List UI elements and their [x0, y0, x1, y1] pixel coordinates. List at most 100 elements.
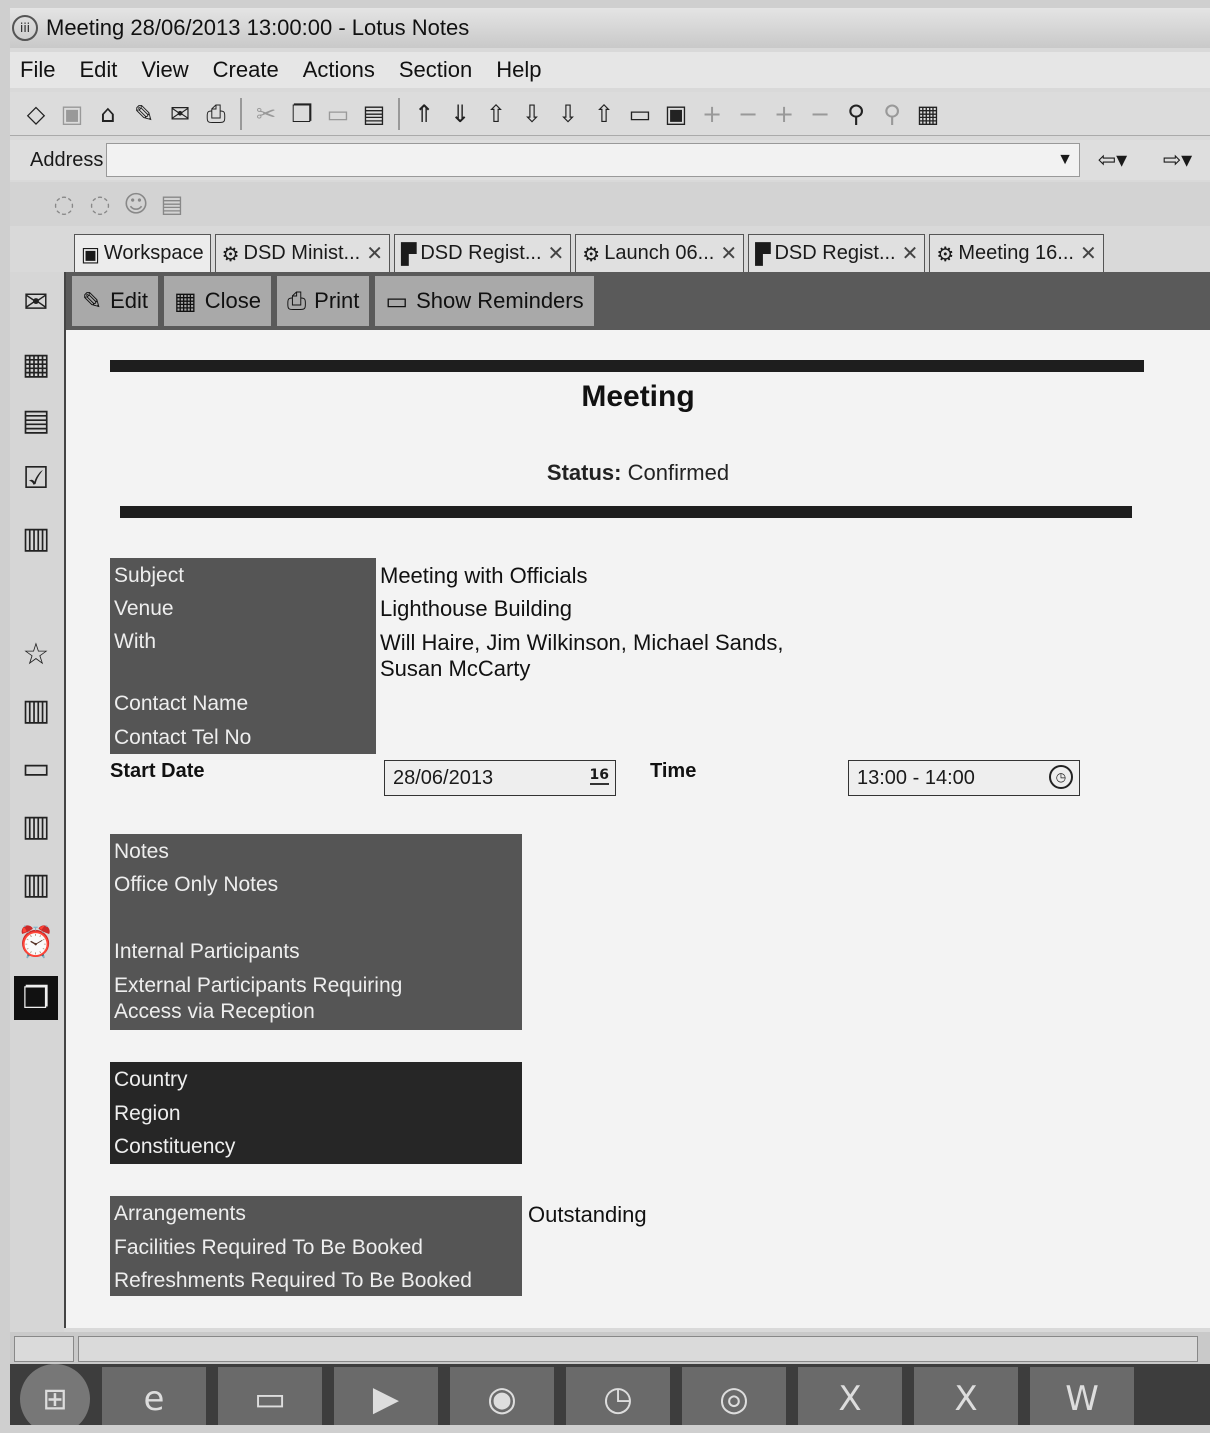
- lotus-notes-taskbar-icon[interactable]: ◎: [682, 1367, 786, 1425]
- close-icon[interactable]: ✕: [902, 241, 919, 266]
- file-explorer-icon[interactable]: ▭: [218, 1367, 322, 1425]
- list-icon[interactable]: ▤: [154, 187, 190, 221]
- venue-value: Lighthouse Building: [380, 596, 573, 621]
- internet-explorer-icon[interactable]: e: [102, 1367, 206, 1425]
- address-input[interactable]: ▼: [106, 143, 1080, 177]
- show-reminders-label: Show Reminders: [416, 288, 584, 313]
- lotus-notes-icon: iii: [12, 15, 38, 41]
- applications-icon[interactable]: ▥: [14, 804, 58, 848]
- next-document-icon[interactable]: ⇩: [514, 97, 550, 131]
- media-player-icon[interactable]: ▶: [334, 1367, 438, 1425]
- tab-dsd-register-2[interactable]: ▛ DSD Regist... ✕: [748, 234, 926, 272]
- new-icon[interactable]: ◇: [18, 97, 54, 131]
- collapse-icon[interactable]: −: [730, 97, 766, 131]
- close-icon[interactable]: ✕: [366, 241, 383, 266]
- print-button[interactable]: ⎙ Print: [276, 276, 370, 326]
- close-button-label: Close: [204, 288, 261, 313]
- show-reminders-button[interactable]: ▭ Show Reminders: [375, 276, 594, 326]
- collapse-all-icon[interactable]: −: [802, 97, 838, 131]
- menu-section[interactable]: Section: [387, 57, 484, 83]
- paste-icon[interactable]: ▭: [320, 97, 356, 131]
- print-icon[interactable]: ⎙: [198, 97, 234, 131]
- folder-icon[interactable]: ▭: [14, 746, 58, 790]
- excel-document-icon[interactable]: X: [914, 1367, 1018, 1425]
- cut-icon[interactable]: ✂: [248, 97, 284, 131]
- people-icon[interactable]: ☺: [118, 187, 154, 221]
- action-bar: ✎ Edit ▦ Close ⎙ Print ▭ Show Reminders: [66, 272, 1210, 330]
- chat-group-icon[interactable]: ◌: [82, 187, 118, 221]
- menu-help[interactable]: Help: [484, 57, 553, 83]
- word-icon[interactable]: W: [1030, 1367, 1134, 1425]
- refresh-icon[interactable]: ▣: [658, 97, 694, 131]
- paste-special-icon[interactable]: ▤: [356, 97, 392, 131]
- edit-icon[interactable]: ✎: [126, 97, 162, 131]
- menu-bar: File Edit View Create Actions Section He…: [10, 52, 1210, 88]
- previous-unread-icon[interactable]: ⇧: [586, 97, 622, 131]
- workspace-icon: ▣: [81, 241, 100, 266]
- with-value-line-2: Susan McCarty: [380, 656, 531, 681]
- excel-icon[interactable]: X: [798, 1367, 902, 1425]
- office-notes-label: Office Only Notes: [114, 873, 279, 896]
- previous-document-icon[interactable]: ⇧: [478, 97, 514, 131]
- windows-taskbar: ⊞ e ▭ ▶ ◉ ◷ ◎ X X W: [10, 1364, 1210, 1425]
- expand-icon[interactable]: +: [694, 97, 730, 131]
- menu-view[interactable]: View: [129, 57, 200, 83]
- open-icon[interactable]: ⌂: [90, 97, 126, 131]
- address-dropdown-icon[interactable]: ▼: [1057, 151, 1073, 169]
- external-participants-label-line-1: External Participants Requiring: [114, 974, 403, 997]
- alarm-icon[interactable]: ⏰: [14, 920, 58, 964]
- document-frame: ✎ Edit ▦ Close ⎙ Print ▭ Show Reminders …: [64, 272, 1210, 1328]
- close-icon[interactable]: ✕: [548, 241, 565, 266]
- copy-icon[interactable]: ❐: [284, 97, 320, 131]
- contacts-icon[interactable]: ▤: [14, 398, 58, 442]
- tab-strip: ▣ Workspace ⚙ DSD Minist... ✕ ▛ DSD Regi…: [74, 232, 1210, 272]
- with-value-line-1: Will Haire, Jim Wilkinson, Michael Sands…: [380, 630, 784, 655]
- save-icon[interactable]: ▣: [54, 97, 90, 131]
- menu-create[interactable]: Create: [201, 57, 291, 83]
- calendar-icon[interactable]: ▦: [14, 342, 58, 386]
- history-icon[interactable]: ▥: [14, 862, 58, 906]
- send-icon[interactable]: ✉: [162, 97, 198, 131]
- menu-edit[interactable]: Edit: [67, 57, 129, 83]
- mail-icon[interactable]: ✉: [14, 280, 58, 324]
- last-document-icon[interactable]: ⇓: [442, 97, 478, 131]
- tab-label: Workspace: [103, 242, 204, 264]
- close-icon[interactable]: ✕: [1080, 241, 1097, 266]
- with-label: With: [114, 630, 156, 653]
- tab-dsd-ministerial[interactable]: ⚙ DSD Minist... ✕: [214, 234, 390, 272]
- expand-all-icon[interactable]: +: [766, 97, 802, 131]
- favorites-icon[interactable]: ☆: [14, 632, 58, 676]
- folder-icon[interactable]: ▭: [622, 97, 658, 131]
- close-icon[interactable]: ✕: [720, 241, 737, 266]
- menu-actions[interactable]: Actions: [291, 57, 387, 83]
- tab-launch[interactable]: ⚙ Launch 06... ✕: [575, 234, 745, 272]
- time-label: Time: [650, 760, 697, 782]
- back-icon[interactable]: ⇦▾: [1098, 148, 1127, 173]
- start-button-icon[interactable]: ⊞: [20, 1364, 90, 1425]
- tab-workspace[interactable]: ▣ Workspace: [74, 234, 211, 272]
- start-date-field[interactable]: 28/06/2013 16: [384, 760, 616, 796]
- properties-icon[interactable]: ▦: [910, 97, 946, 131]
- tab-label: DSD Minist...: [243, 242, 361, 264]
- chrome-icon[interactable]: ◉: [450, 1367, 554, 1425]
- close-button[interactable]: ▦ Close: [164, 276, 271, 326]
- next-unread-icon[interactable]: ⇩: [550, 97, 586, 131]
- clock-icon[interactable]: ◷: [1049, 765, 1073, 789]
- menu-file[interactable]: File: [10, 57, 67, 83]
- open-list-icon[interactable]: ❐: [14, 976, 58, 1020]
- databases-icon[interactable]: ▥: [14, 688, 58, 732]
- find-icon[interactable]: ⚲: [838, 97, 874, 131]
- status-cell[interactable]: [14, 1336, 74, 1362]
- chat-icon[interactable]: ◌: [46, 187, 82, 221]
- edit-button[interactable]: ✎ Edit: [72, 276, 159, 326]
- first-document-icon[interactable]: ⇑: [406, 97, 442, 131]
- forward-icon[interactable]: ⇨▾: [1163, 148, 1192, 173]
- time-field[interactable]: 13:00 - 14:00 ◷: [848, 760, 1080, 796]
- replication-icon[interactable]: ▥: [14, 516, 58, 560]
- todo-icon[interactable]: ☑: [14, 456, 58, 500]
- search-icon[interactable]: ⚲: [874, 97, 910, 131]
- tab-dsd-register-1[interactable]: ▛ DSD Regist... ✕: [393, 234, 572, 272]
- outlook-icon[interactable]: ◷: [566, 1367, 670, 1425]
- date-picker-icon[interactable]: 16: [589, 767, 609, 785]
- tab-meeting[interactable]: ⚙ Meeting 16... ✕: [929, 234, 1104, 272]
